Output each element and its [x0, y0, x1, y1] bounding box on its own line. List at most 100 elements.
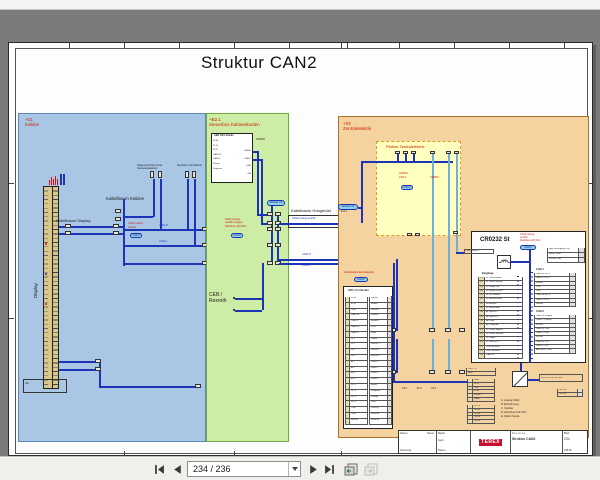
connector	[415, 233, 420, 236]
mark-red	[49, 180, 50, 185]
previous-view-button[interactable]	[342, 462, 359, 476]
cr-pin-stubs	[531, 272, 533, 363]
connector	[115, 217, 121, 221]
wire-cyan	[432, 154, 434, 331]
cr-warn-lines: CAN2 LeitungverdrilltAbschluss 120 Ohm	[520, 234, 541, 244]
ceb-box-title: CEB 100 LV/units	[214, 135, 234, 138]
wire	[361, 161, 453, 163]
page-title: Struktur CAN2	[174, 53, 344, 73]
frame-tick	[564, 43, 565, 48]
wire	[235, 298, 262, 300]
can-tag: CAN 2	[520, 245, 536, 250]
connector	[267, 221, 273, 225]
wire	[396, 259, 398, 331]
last-page-icon	[324, 464, 335, 475]
connector	[95, 359, 101, 363]
wire	[125, 216, 153, 218]
connector	[113, 231, 119, 235]
connector	[275, 227, 281, 231]
tb-brand: TEREX	[471, 431, 511, 453]
next-page-icon	[308, 464, 319, 475]
wire	[235, 310, 262, 312]
wire-label: CAN2-L	[302, 265, 311, 268]
wide-output-box: PRG OUT GPIO LINK	[539, 374, 583, 382]
wire	[405, 154, 407, 161]
kabelbaum-kabine-label: Kabelbaum Kabine	[106, 196, 144, 201]
cr-can1-rows: CAN1-H St.X1CAN1-L St.X1Schirm+UBGNDCAN1…	[534, 273, 576, 307]
wire	[393, 263, 395, 381]
display-label: Display	[33, 238, 41, 298]
connector	[459, 328, 465, 332]
wire	[413, 154, 415, 161]
tb-revision: Änderung Datum Name	[399, 431, 437, 453]
next-view-icon	[364, 463, 378, 476]
connector	[267, 243, 273, 247]
page-number-combobox[interactable]: 234 / 236	[187, 461, 301, 477]
wire	[187, 179, 189, 230]
mini-rows-1: GNDKl.31+UBKl.30SchirmCAN2	[467, 379, 495, 402]
vdc-title: VDC 4 Controller	[348, 289, 369, 292]
last-page-button[interactable]	[322, 462, 337, 476]
wire	[59, 361, 97, 363]
region-steuerbox-code: +B2.1Steuerbox Kabinenboden	[209, 117, 260, 127]
wire	[59, 369, 97, 371]
cr-left-header: Eingänge	[482, 272, 494, 275]
frame-tick	[9, 318, 14, 319]
platine-label: Platine Zentralelektrik	[386, 144, 424, 149]
connector	[453, 231, 458, 234]
next-view-button[interactable]	[362, 462, 379, 476]
mark-blue	[63, 174, 65, 185]
device-b1-label: -B1	[25, 383, 29, 386]
frame-tick	[289, 43, 290, 48]
legend-list: A. Leitung CAN2B. AbschirmungC. Verteile…	[501, 399, 526, 419]
wire-cyan	[456, 154, 458, 252]
pin-dot	[233, 309, 235, 311]
chevron-down-icon	[292, 467, 298, 471]
small-rows: -X31 St-X32 St	[557, 389, 583, 397]
cr-top-rows: Spg.Versorgung +UBMasse GNDSchirm CAN	[547, 248, 585, 263]
wire	[528, 379, 539, 381]
warn-text: verdrillt	[128, 227, 136, 230]
mark-red	[57, 179, 58, 185]
frame-tick	[124, 43, 125, 48]
ceb-rexroth-label: CEB /Rexroth	[209, 293, 227, 305]
cr-can2-header: CAN 2	[536, 310, 544, 313]
mark-blue	[60, 174, 62, 185]
terex-logo: TEREX	[479, 439, 502, 446]
page-number-value[interactable]: 234 / 236	[188, 464, 288, 474]
ceb-ref: CR2530	[256, 139, 265, 142]
frame-tick	[69, 43, 70, 48]
title-block: Änderung Datum Name Bearb. Gepr. Datum T…	[398, 430, 588, 454]
connector	[150, 171, 154, 178]
frame-tick	[9, 183, 14, 184]
connector-symbol-box	[497, 255, 511, 269]
rowb-labels: -X2.1-X2.2-X2.3-X2.4	[387, 376, 445, 394]
connector	[195, 384, 201, 388]
combo-dropdown-button[interactable]	[288, 462, 300, 476]
cr-pin-stubs	[517, 276, 519, 358]
first-page-button[interactable]	[152, 462, 167, 476]
connector	[115, 209, 121, 213]
tb-sheet: Blatt 234 236 Bl.	[563, 431, 587, 453]
wire	[510, 261, 529, 263]
document-page: Struktur CAN2 Weitergabe sowie Vervielfä…	[8, 42, 593, 456]
connector	[267, 227, 273, 231]
frame-tick	[347, 43, 348, 48]
next-page-button[interactable]	[306, 462, 321, 476]
frame-tick	[234, 43, 235, 48]
wire-cyan	[448, 154, 450, 331]
ceb-pins-left: Kl.30Kl.15Kl.31CAN2-HCAN2-LSchirmDiagnos…	[213, 140, 222, 172]
frame-tick	[454, 43, 455, 48]
connector	[185, 171, 189, 178]
connector	[446, 151, 451, 154]
wire-cyan	[448, 339, 450, 373]
connector	[429, 328, 435, 332]
frame-tick	[399, 43, 400, 48]
cr0232-title: CR0232 St	[480, 237, 510, 243]
previous-page-button[interactable]	[170, 462, 185, 476]
connector	[65, 231, 71, 235]
wire	[123, 199, 125, 266]
kabelbaum-hubgeruest-label: Kabelbaum Hubgerüst	[291, 208, 331, 213]
can-tag: CAN 2	[354, 277, 368, 282]
wire	[520, 363, 522, 371]
